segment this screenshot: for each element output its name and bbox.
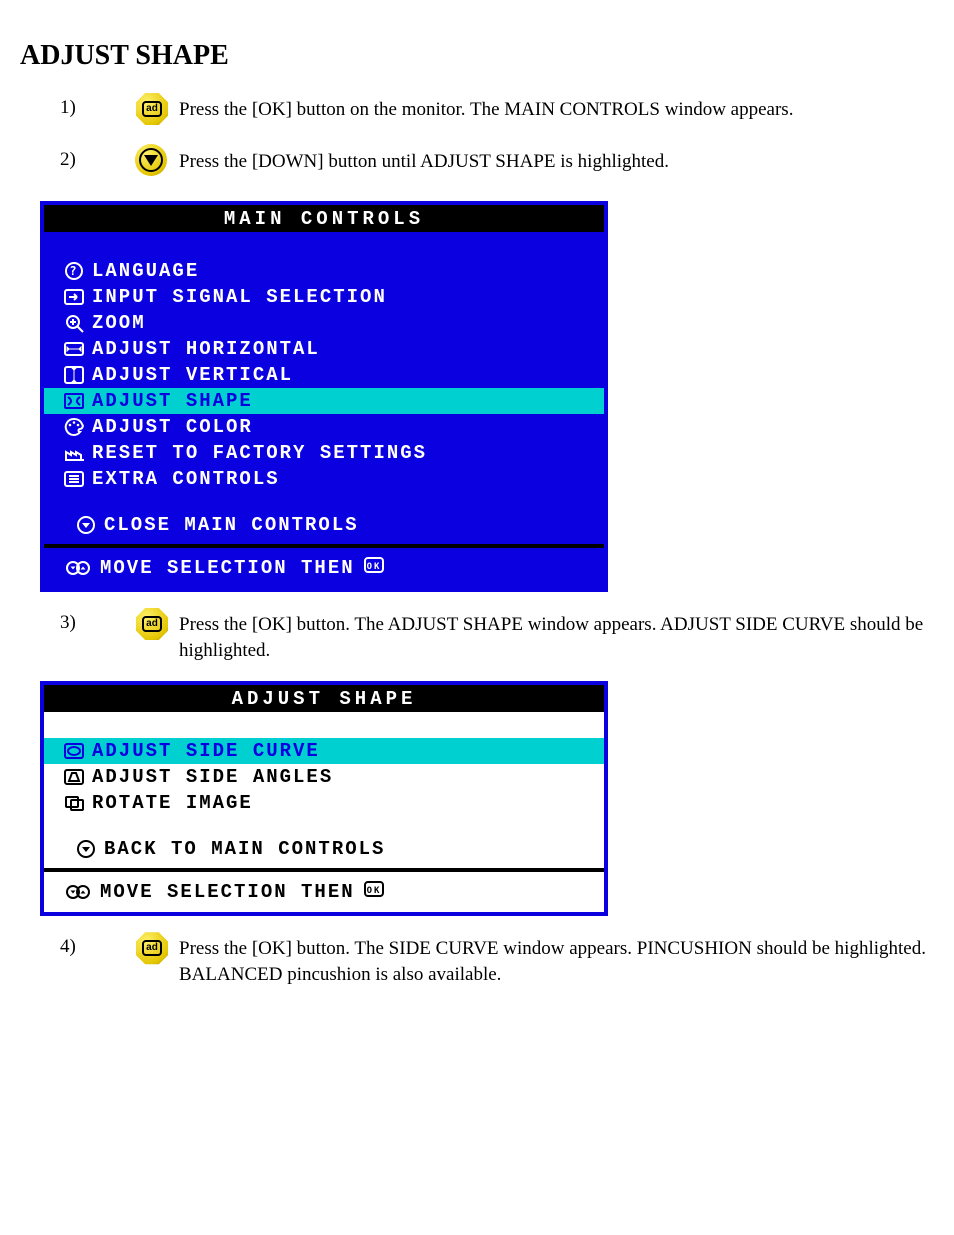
rotate-icon [56, 792, 92, 814]
instruction-step-1: 1) ad Press the [OK] button on the monit… [20, 97, 934, 131]
step-number: 4) [20, 936, 135, 958]
instruction-step-4: 4) ad Press the [OK] button. The SIDE CU… [20, 936, 934, 987]
menu-item-label: ADJUST SIDE CURVE [92, 740, 320, 762]
down-button-icon [135, 144, 169, 178]
adjust-shape-panel: ADJUST SHAPE ADJUST SIDE CURVE ADJUST SI… [40, 681, 608, 916]
circle-down-icon [68, 838, 104, 860]
ok-button-icon: ad [135, 92, 169, 126]
main-controls-panel: MAIN CONTROLS LANGUAGE INPUT SIGNAL SELE… [40, 201, 608, 592]
menu-item-input-signal[interactable]: INPUT SIGNAL SELECTION [44, 284, 604, 310]
menu-item-rotate-image[interactable]: ROTATE IMAGE [44, 790, 604, 816]
ok-icon [361, 878, 387, 906]
ok-button-icon: ad [135, 931, 169, 965]
step-text: Press the [DOWN] button until ADJUST SHA… [179, 149, 669, 175]
menu-item-label: INPUT SIGNAL SELECTION [92, 286, 387, 308]
step-number: 2) [20, 149, 135, 171]
palette-icon [56, 416, 92, 438]
magnify-plus-icon [56, 312, 92, 334]
menu-item-label: RESET TO FACTORY SETTINGS [92, 442, 427, 464]
menu-item-label: ADJUST COLOR [92, 416, 253, 438]
instruction-step-3: 3) ad Press the [OK] button. The ADJUST … [20, 612, 934, 663]
menu-item-close-main-controls[interactable]: CLOSE MAIN CONTROLS [44, 512, 604, 538]
menu-item-adjust-vertical[interactable]: ADJUST VERTICAL [44, 362, 604, 388]
factory-icon [56, 442, 92, 464]
panel-title: ADJUST SHAPE [44, 685, 604, 712]
menu-item-back-to-main[interactable]: BACK TO MAIN CONTROLS [44, 836, 604, 862]
menu-item-adjust-horizontal[interactable]: ADJUST HORIZONTAL [44, 336, 604, 362]
menu-item-label: EXTRA CONTROLS [92, 468, 280, 490]
menu-item-label: ADJUST HORIZONTAL [92, 338, 320, 360]
step-text: Press the [OK] button on the monitor. Th… [179, 97, 793, 123]
step-number: 3) [20, 612, 135, 634]
menu-item-adjust-side-angles[interactable]: ADJUST SIDE ANGLES [44, 764, 604, 790]
up-down-icon [56, 557, 100, 579]
menu-item-label: ADJUST SHAPE [92, 390, 253, 412]
menu-item-language[interactable]: LANGUAGE [44, 258, 604, 284]
footer-text: MOVE SELECTION THEN [100, 557, 355, 579]
menu-item-label: ADJUST VERTICAL [92, 364, 293, 386]
horizontal-arrows-icon [56, 338, 92, 360]
ok-icon [361, 554, 387, 582]
menu-item-label: ADJUST SIDE ANGLES [92, 766, 333, 788]
menu-item-label: ROTATE IMAGE [92, 792, 253, 814]
step-text: Press the [OK] button. The ADJUST SHAPE … [179, 612, 934, 663]
list-icon [56, 468, 92, 490]
ok-button-icon: ad [135, 607, 169, 641]
pincushion-icon [56, 740, 92, 762]
footer-text: MOVE SELECTION THEN [100, 881, 355, 903]
circle-down-icon [68, 514, 104, 536]
menu-item-adjust-shape[interactable]: ADJUST SHAPE [44, 388, 604, 414]
input-arrow-icon [56, 286, 92, 308]
menu-item-label: ZOOM [92, 312, 146, 334]
menu-item-label: LANGUAGE [92, 260, 199, 282]
menu-item-extra-controls[interactable]: EXTRA CONTROLS [44, 466, 604, 492]
panel-footer: MOVE SELECTION THEN [44, 548, 604, 588]
shape-icon [56, 390, 92, 412]
menu-item-adjust-side-curve[interactable]: ADJUST SIDE CURVE [44, 738, 604, 764]
menu-item-factory-reset[interactable]: RESET TO FACTORY SETTINGS [44, 440, 604, 466]
panel-title: MAIN CONTROLS [44, 205, 604, 232]
menu-item-label: BACK TO MAIN CONTROLS [104, 838, 385, 860]
section-heading: ADJUST SHAPE [20, 40, 934, 72]
menu-item-zoom[interactable]: ZOOM [44, 310, 604, 336]
instruction-step-2: 2) Press the [DOWN] button until ADJUST … [20, 149, 934, 183]
step-text: Press the [OK] button. The SIDE CURVE wi… [179, 936, 934, 987]
vertical-arrows-icon [56, 364, 92, 386]
globe-question-icon [56, 260, 92, 282]
menu-item-adjust-color[interactable]: ADJUST COLOR [44, 414, 604, 440]
trapezoid-icon [56, 766, 92, 788]
menu-item-label: CLOSE MAIN CONTROLS [104, 514, 359, 536]
panel-footer: MOVE SELECTION THEN [44, 872, 604, 912]
up-down-icon [56, 881, 100, 903]
step-number: 1) [20, 97, 135, 119]
